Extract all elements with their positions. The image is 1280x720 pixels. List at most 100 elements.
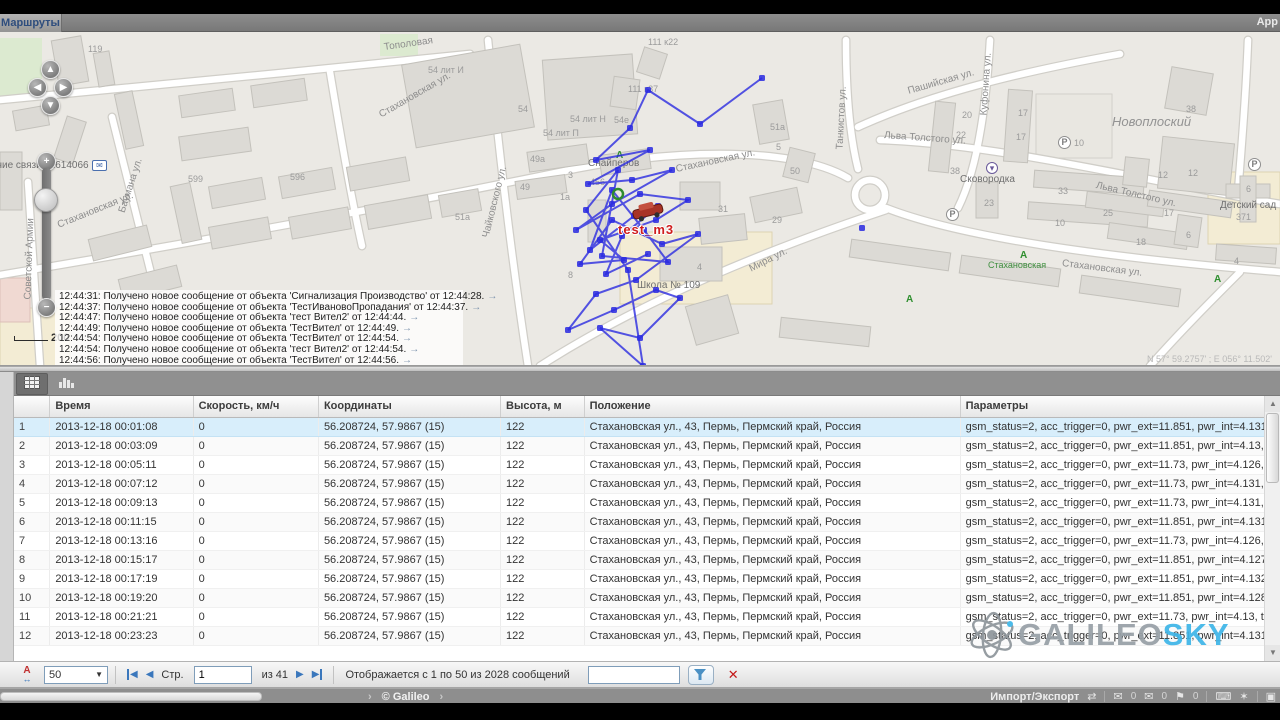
track-point[interactable] [697, 121, 703, 127]
table-row[interactable]: 22013-12-18 00:03:09056.208724, 57.9867 … [14, 436, 1264, 455]
tab-table-view[interactable] [16, 373, 48, 395]
track-point[interactable] [633, 277, 639, 283]
filter-button[interactable] [688, 665, 714, 685]
column-header[interactable]: Скорость, км/ч [193, 396, 318, 417]
scroll-down-arrow[interactable]: ▼ [1265, 645, 1280, 661]
track-point[interactable] [583, 207, 589, 213]
table-vertical-scrollbar[interactable]: ▲ ▼ [1264, 396, 1280, 661]
track-point[interactable] [573, 227, 579, 233]
prev-arrow[interactable]: › [368, 691, 372, 703]
track-point[interactable] [645, 87, 651, 93]
track-point[interactable] [621, 257, 627, 263]
table-row[interactable]: 12013-12-18 00:01:08056.208724, 57.9867 … [14, 417, 1264, 436]
track-point[interactable] [677, 295, 683, 301]
table-row[interactable]: 42013-12-18 00:07:12056.208724, 57.9867 … [14, 474, 1264, 493]
last-page-button[interactable]: ▶ [312, 669, 323, 680]
pan-up-button[interactable]: ▲ [41, 60, 60, 79]
column-header[interactable]: Положение [584, 396, 960, 417]
track-point[interactable] [599, 253, 605, 259]
tab-routes[interactable]: Маршруты [0, 14, 62, 32]
track-point[interactable] [585, 181, 591, 187]
track-point[interactable] [695, 231, 701, 237]
track-point[interactable] [609, 201, 615, 207]
cell-par: gsm_status=2, acc_trigger=0, pwr_ext=11.… [960, 550, 1264, 569]
track-point[interactable] [577, 261, 583, 267]
first-page-button[interactable]: ◀ [127, 669, 138, 680]
track-point[interactable] [597, 325, 603, 331]
track-point[interactable] [629, 177, 635, 183]
track-point[interactable] [603, 271, 609, 277]
column-header[interactable]: Высота, м [501, 396, 585, 417]
table-row[interactable]: 62013-12-18 00:11:15056.208724, 57.9867 … [14, 512, 1264, 531]
table-row[interactable]: 112013-12-18 00:21:21056.208724, 57.9867… [14, 607, 1264, 626]
scroll-up-arrow[interactable]: ▲ [1265, 396, 1280, 412]
track-point[interactable] [565, 327, 571, 333]
track-point[interactable] [653, 287, 659, 293]
track-point[interactable] [665, 259, 671, 265]
goto-object-icon[interactable]: → [402, 333, 412, 344]
filter-input[interactable] [588, 666, 680, 684]
track-point[interactable] [645, 251, 651, 257]
autofit-columns-icon[interactable]: A↔ [18, 666, 36, 684]
table-row[interactable]: 32013-12-18 00:05:11056.208724, 57.9867 … [14, 455, 1264, 474]
table-row[interactable]: 122013-12-18 00:23:23056.208724, 57.9867… [14, 626, 1264, 645]
zoom-slider-handle[interactable] [34, 188, 58, 212]
table-row[interactable]: 102013-12-18 00:19:20056.208724, 57.9867… [14, 588, 1264, 607]
map-view[interactable]: Стахановская ул.Стахановская ул.Стаханов… [0, 32, 1280, 366]
table-row[interactable]: 52013-12-18 00:09:13056.208724, 57.9867 … [14, 493, 1264, 512]
track-point[interactable] [587, 247, 593, 253]
messages-icon[interactable]: ✉ [1113, 690, 1122, 703]
track-point[interactable] [669, 167, 675, 173]
track-point[interactable] [611, 307, 617, 313]
track-point[interactable] [647, 147, 653, 153]
clear-filter-button[interactable]: ✕ [728, 667, 739, 683]
pan-left-button[interactable]: ◀ [28, 78, 47, 97]
column-header[interactable]: Параметры [960, 396, 1264, 417]
messages-table: ВремяСкорость, км/чКоординатыВысота, мПо… [14, 396, 1264, 661]
track-point[interactable] [609, 217, 615, 223]
import-export-button[interactable]: Импорт/Экспорт [990, 691, 1079, 703]
track-point[interactable] [627, 125, 633, 131]
track-point[interactable] [593, 157, 599, 163]
next-page-button[interactable]: ▶ [296, 669, 304, 680]
track-point[interactable] [759, 75, 765, 81]
outbox-icon[interactable]: ✉ [1144, 690, 1153, 703]
keyboard-icon[interactable]: ⌨ [1215, 690, 1231, 703]
page-number-input[interactable] [194, 666, 252, 684]
goto-object-icon[interactable]: → [402, 355, 412, 366]
next-arrow[interactable]: › [440, 691, 444, 703]
track-point[interactable] [615, 167, 621, 173]
table-row[interactable]: 82013-12-18 00:15:17056.208724, 57.9867 … [14, 550, 1264, 569]
track-point[interactable] [593, 291, 599, 297]
tab-chart-view[interactable] [50, 373, 82, 395]
scrollbar-thumb[interactable] [1266, 413, 1279, 483]
track-point[interactable] [637, 191, 643, 197]
track-point[interactable] [625, 267, 631, 273]
pan-right-button[interactable]: ▶ [54, 78, 73, 97]
prev-page-button[interactable]: ◀ [146, 669, 154, 680]
goto-object-icon[interactable]: → [409, 344, 419, 355]
column-header[interactable]: Время [50, 396, 193, 417]
table-row[interactable]: 72013-12-18 00:13:16056.208724, 57.9867 … [14, 531, 1264, 550]
track-point[interactable] [597, 237, 603, 243]
goto-object-icon[interactable]: → [471, 302, 481, 313]
goto-object-icon[interactable]: → [409, 312, 419, 323]
horizontal-scrollbar-thumb[interactable] [0, 692, 262, 701]
tracked-object-label[interactable]: test_m3 [618, 222, 674, 237]
zoom-out-button[interactable]: − [37, 298, 56, 317]
table-row[interactable]: 92013-12-18 00:17:19056.208724, 57.9867 … [14, 569, 1264, 588]
track-point[interactable] [859, 225, 865, 231]
cell-coords: 56.208724, 57.9867 (15) [318, 588, 500, 607]
monitor-icon[interactable]: ▣ [1266, 690, 1276, 703]
column-header[interactable]: Координаты [318, 396, 500, 417]
alerts-flag-icon[interactable]: ⚑ [1175, 690, 1185, 703]
track-point[interactable] [659, 241, 665, 247]
track-point[interactable] [637, 335, 643, 341]
column-header[interactable] [14, 396, 50, 417]
import-export-icon[interactable]: ⇄ [1087, 690, 1096, 703]
page-size-select[interactable]: 50 ▼ [44, 666, 108, 684]
settings-icon[interactable]: ✶ [1239, 690, 1248, 703]
track-point[interactable] [685, 197, 691, 203]
pan-down-button[interactable]: ▼ [41, 96, 60, 115]
goto-object-icon[interactable]: → [487, 291, 497, 302]
